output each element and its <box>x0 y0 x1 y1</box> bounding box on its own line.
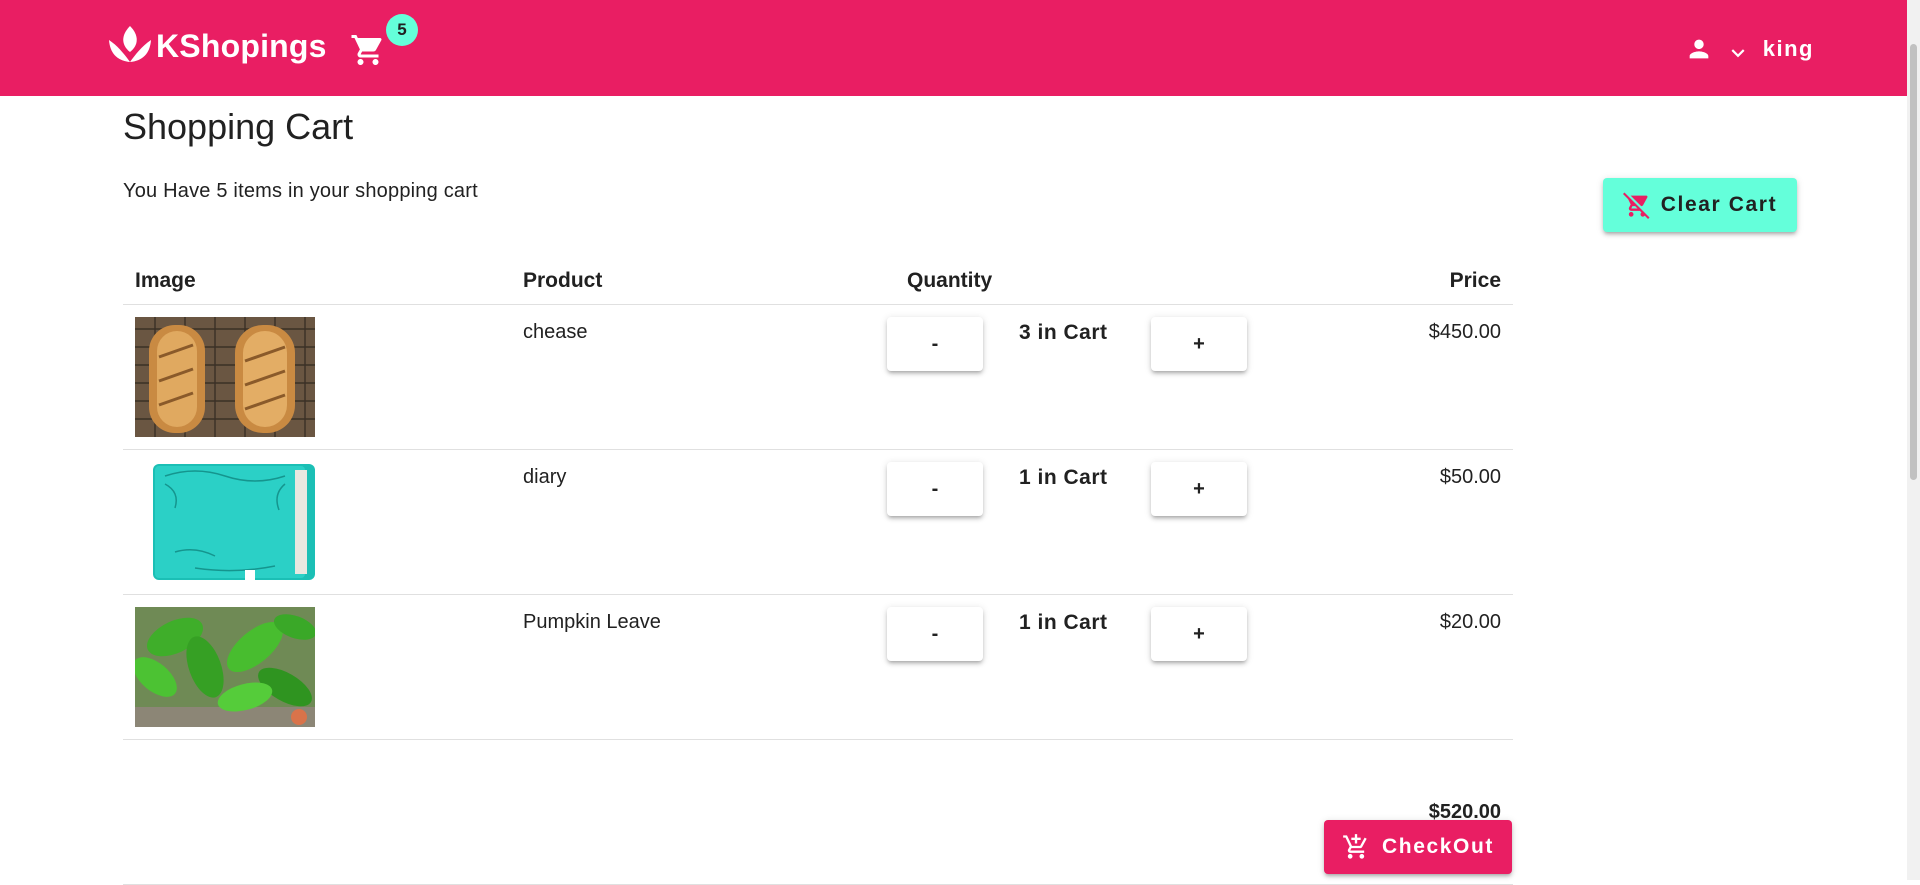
user-menu[interactable]: king <box>1685 28 1814 70</box>
increase-quantity-button[interactable]: + <box>1151 607 1247 661</box>
product-image-cell <box>123 594 511 740</box>
page-scrollbar[interactable] <box>1907 0 1920 880</box>
page-title: Shopping Cart <box>123 106 354 147</box>
remove-shopping-cart-icon <box>1622 192 1650 219</box>
add-shopping-cart-icon <box>1343 834 1367 859</box>
column-header-product: Product <box>511 258 895 305</box>
cart-button[interactable]: 5 <box>346 14 418 76</box>
table-header-row: Image Product Quantity Price <box>123 258 1513 305</box>
baguette-bread-image <box>135 317 315 437</box>
product-name: chease <box>511 304 895 450</box>
product-name: Pumpkin Leave <box>511 594 895 740</box>
cart-summary-text: You Have 5 items in your shopping cart <box>123 180 478 202</box>
cart-table: Image Product Quantity Price chease - 3 … <box>123 258 1513 885</box>
teal-diary-image <box>135 462 315 582</box>
chevron-down-icon <box>1731 49 1745 58</box>
product-name: diary <box>511 449 895 595</box>
decrease-quantity-button[interactable]: - <box>887 462 983 516</box>
quantity-stepper: - 1 in Cart + <box>887 607 1277 663</box>
quantity-label: 1 in Cart <box>1019 466 1108 489</box>
quantity-stepper: - 1 in Cart + <box>887 462 1277 518</box>
column-header-image: Image <box>123 258 511 305</box>
quantity-cell: - 3 in Cart + <box>887 304 1319 450</box>
table-row: diary - 1 in Cart + $50.00 <box>123 449 1513 595</box>
clear-cart-label: Clear Cart <box>1660 193 1778 216</box>
app-toolbar: KShopings 5 king <box>0 0 1920 96</box>
brand-name: KShopings <box>156 27 327 64</box>
username: king <box>1762 36 1814 61</box>
table-row: chease - 3 in Cart + $450.00 <box>123 304 1513 450</box>
product-price: $450.00 <box>1319 304 1513 450</box>
increase-quantity-button[interactable]: + <box>1151 462 1247 516</box>
column-header-price: Price <box>1319 258 1513 305</box>
product-price: $20.00 <box>1319 594 1513 740</box>
decrease-quantity-button[interactable]: - <box>887 317 983 371</box>
pumpkin-leaves-image <box>135 607 315 727</box>
brand-link[interactable]: KShopings <box>106 16 327 76</box>
clear-cart-button[interactable]: Clear Cart <box>1603 178 1797 232</box>
quantity-stepper: - 3 in Cart + <box>887 317 1277 373</box>
total-row: $520.00 <box>123 739 1513 885</box>
scrollbar-thumb[interactable] <box>1910 44 1917 480</box>
quantity-label: 1 in Cart <box>1019 611 1108 634</box>
person-icon <box>1689 39 1709 59</box>
product-image-cell <box>123 449 511 595</box>
decrease-quantity-button[interactable]: - <box>887 607 983 661</box>
total-spacer <box>123 739 1319 885</box>
cart-icon <box>351 35 382 65</box>
quantity-cell: - 1 in Cart + <box>887 594 1319 740</box>
table-row: Pumpkin Leave - 1 in Cart + $20.00 <box>123 594 1513 740</box>
checkout-button[interactable]: CheckOut <box>1324 820 1512 874</box>
column-header-quantity: Quantity <box>895 258 1319 305</box>
quantity-cell: - 1 in Cart + <box>887 449 1319 595</box>
increase-quantity-button[interactable]: + <box>1151 317 1247 371</box>
product-price: $50.00 <box>1319 449 1513 595</box>
product-image-cell <box>123 304 511 450</box>
lotus-logo-icon <box>106 22 154 70</box>
cart-count-badge: 5 <box>386 14 418 46</box>
quantity-label: 3 in Cart <box>1019 321 1108 344</box>
checkout-label: CheckOut <box>1382 835 1494 858</box>
